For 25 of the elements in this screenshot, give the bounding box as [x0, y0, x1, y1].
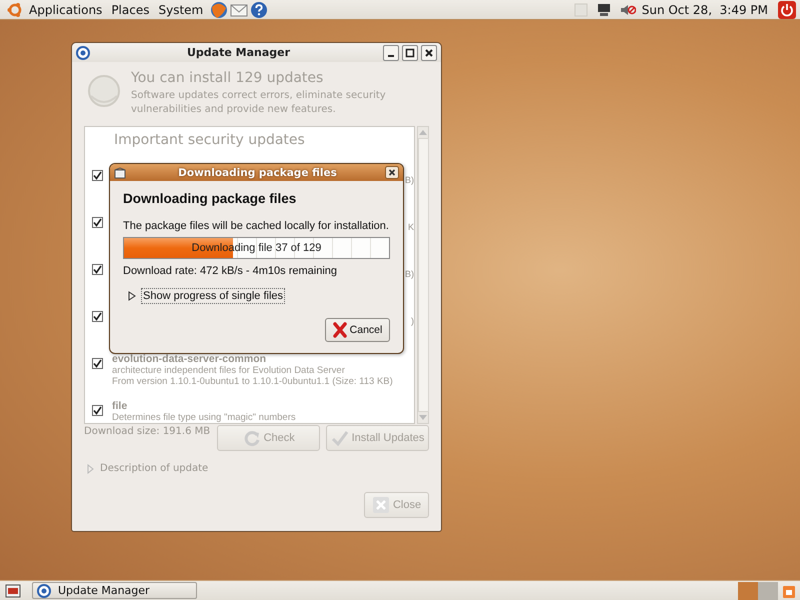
- clock[interactable]: Sun Oct 28, 3:49 PM: [642, 2, 768, 16]
- package-description: Determines file type using "magic" numbers: [112, 412, 297, 423]
- package-version: From version 1.10.1-0ubuntu1 to 1.10.1-0ubuntu1.1 (Size: 113 KB): [112, 376, 394, 387]
- package-name: file: [112, 401, 128, 412]
- download-size: Download size: 191.6 MB: [84, 426, 212, 437]
- package-size: K: [408, 222, 414, 232]
- package-name: evolution-data-server-common: [112, 354, 268, 365]
- window-title: Downloading package files: [177, 166, 338, 178]
- download-rate: Download rate: 472 kB/s - 4m10s remaining: [123, 265, 338, 277]
- expander[interactable]: Show progress of single files: [141, 288, 286, 304]
- window-title: Update Manager: [186, 46, 292, 59]
- section-title: Important security updates: [113, 131, 306, 150]
- package-size: B): [405, 175, 414, 185]
- menu-item[interactable]: System: [155, 2, 210, 16]
- package-size: B): [405, 269, 414, 279]
- message: The package files will be cached locally for installation.: [123, 220, 390, 232]
- heading: You can install 129 updates: [131, 70, 324, 86]
- package-size: ): [411, 316, 414, 326]
- heading: Downloading package files: [123, 191, 298, 206]
- cancel-button[interactable]: Cancel: [325, 318, 390, 342]
- description: Software updates correct errors, eliminate security vulnerabilities and provide new features.: [131, 89, 387, 117]
- menu-item[interactable]: Places: [108, 2, 156, 16]
- package-description: architecture independent files for Evolution Data Server: [112, 365, 346, 376]
- taskbar-button[interactable]: Update Manager: [32, 582, 197, 599]
- menu-item[interactable]: Applications: [26, 2, 108, 16]
